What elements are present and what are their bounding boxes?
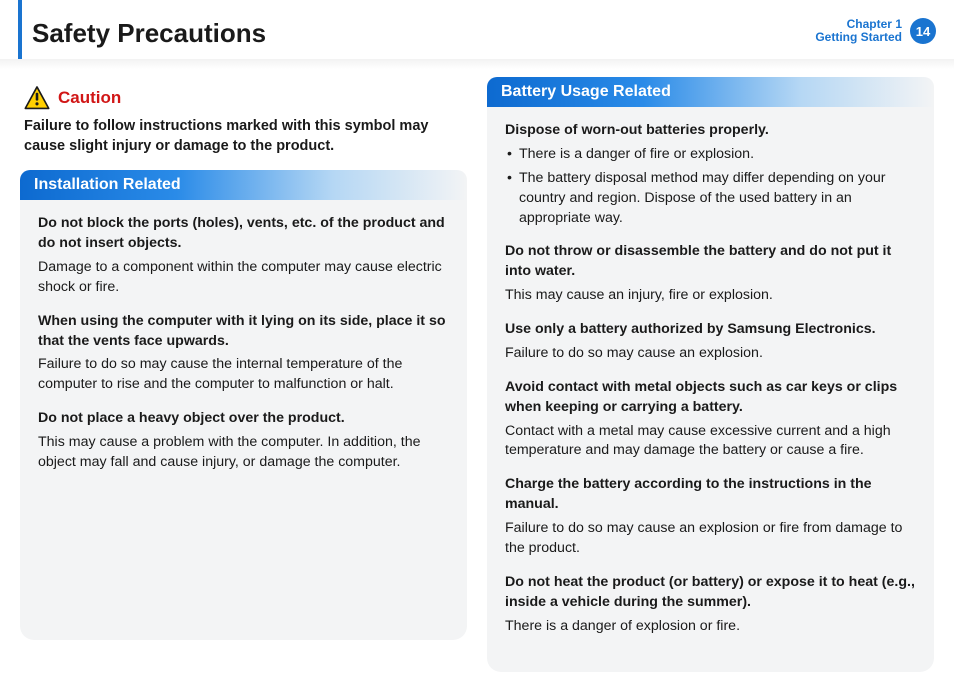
installation-card: Installation Related Do not block the po… bbox=[20, 170, 467, 640]
item-bullet-list: There is a danger of fire or explosion. … bbox=[505, 145, 916, 229]
page-title: Safety Precautions bbox=[32, 18, 266, 49]
item-heading: Do not block the ports (holes), vents, e… bbox=[38, 214, 449, 254]
item-heading: Charge the battery according to the inst… bbox=[505, 475, 916, 515]
list-item: Charge the battery according to the inst… bbox=[505, 475, 916, 559]
bullet-item: The battery disposal method may differ d… bbox=[505, 169, 916, 229]
right-column: Battery Usage Related Dispose of worn-ou… bbox=[487, 77, 934, 672]
item-heading: Do not place a heavy object over the pro… bbox=[38, 409, 449, 429]
header-right: Chapter 1 Getting Started 14 bbox=[815, 18, 936, 44]
item-body: There is a danger of explosion or fire. bbox=[505, 617, 916, 637]
item-body: Damage to a component within the compute… bbox=[38, 258, 449, 298]
list-item: Dispose of worn-out batteries properly. … bbox=[505, 121, 916, 228]
list-item: Use only a battery authorized by Samsung… bbox=[505, 320, 916, 364]
installation-card-body: Do not block the ports (holes), vents, e… bbox=[20, 200, 467, 491]
item-heading: Do not heat the product (or battery) or … bbox=[505, 573, 916, 613]
installation-card-heading: Installation Related bbox=[20, 170, 467, 200]
page-number-badge: 14 bbox=[910, 18, 936, 44]
caution-description: Failure to follow instructions marked wi… bbox=[24, 117, 463, 156]
item-heading: Use only a battery authorized by Samsung… bbox=[505, 320, 916, 340]
item-body: This may cause a problem with the comput… bbox=[38, 433, 449, 473]
battery-card: Battery Usage Related Dispose of worn-ou… bbox=[487, 77, 934, 672]
battery-card-heading: Battery Usage Related bbox=[487, 77, 934, 107]
list-item: Do not place a heavy object over the pro… bbox=[38, 409, 449, 473]
header-divider-gradient bbox=[0, 59, 954, 69]
caution-heading: Caution bbox=[24, 85, 467, 111]
item-body: Failure to do so may cause the internal … bbox=[38, 355, 449, 395]
bullet-item: There is a danger of fire or explosion. bbox=[505, 145, 916, 165]
item-body: This may cause an injury, fire or explos… bbox=[505, 286, 916, 306]
warning-triangle-icon bbox=[24, 85, 50, 111]
item-body: Failure to do so may cause an explosion … bbox=[505, 519, 916, 559]
list-item: Do not block the ports (holes), vents, e… bbox=[38, 214, 449, 298]
left-column: Caution Failure to follow instructions m… bbox=[20, 77, 467, 672]
list-item: Do not heat the product (or battery) or … bbox=[505, 573, 916, 637]
chapter-line-2: Getting Started bbox=[815, 31, 902, 44]
list-item: Avoid contact with metal objects such as… bbox=[505, 378, 916, 462]
item-heading: Avoid contact with metal objects such as… bbox=[505, 378, 916, 418]
page-header: Safety Precautions Chapter 1 Getting Sta… bbox=[18, 0, 936, 59]
list-item: Do not throw or disassemble the battery … bbox=[505, 242, 916, 306]
item-heading: When using the computer with it lying on… bbox=[38, 312, 449, 352]
item-heading: Do not throw or disassemble the battery … bbox=[505, 242, 916, 282]
content-columns: Caution Failure to follow instructions m… bbox=[0, 69, 954, 692]
item-body: Contact with a metal may cause excessive… bbox=[505, 422, 916, 462]
chapter-label: Chapter 1 Getting Started bbox=[815, 18, 902, 44]
item-body: Failure to do so may cause an explosion. bbox=[505, 344, 916, 364]
page-root: Safety Precautions Chapter 1 Getting Sta… bbox=[0, 0, 954, 677]
item-heading: Dispose of worn-out batteries properly. bbox=[505, 121, 916, 141]
list-item: When using the computer with it lying on… bbox=[38, 312, 449, 396]
caution-label: Caution bbox=[58, 88, 121, 108]
battery-card-body: Dispose of worn-out batteries properly. … bbox=[487, 107, 934, 654]
